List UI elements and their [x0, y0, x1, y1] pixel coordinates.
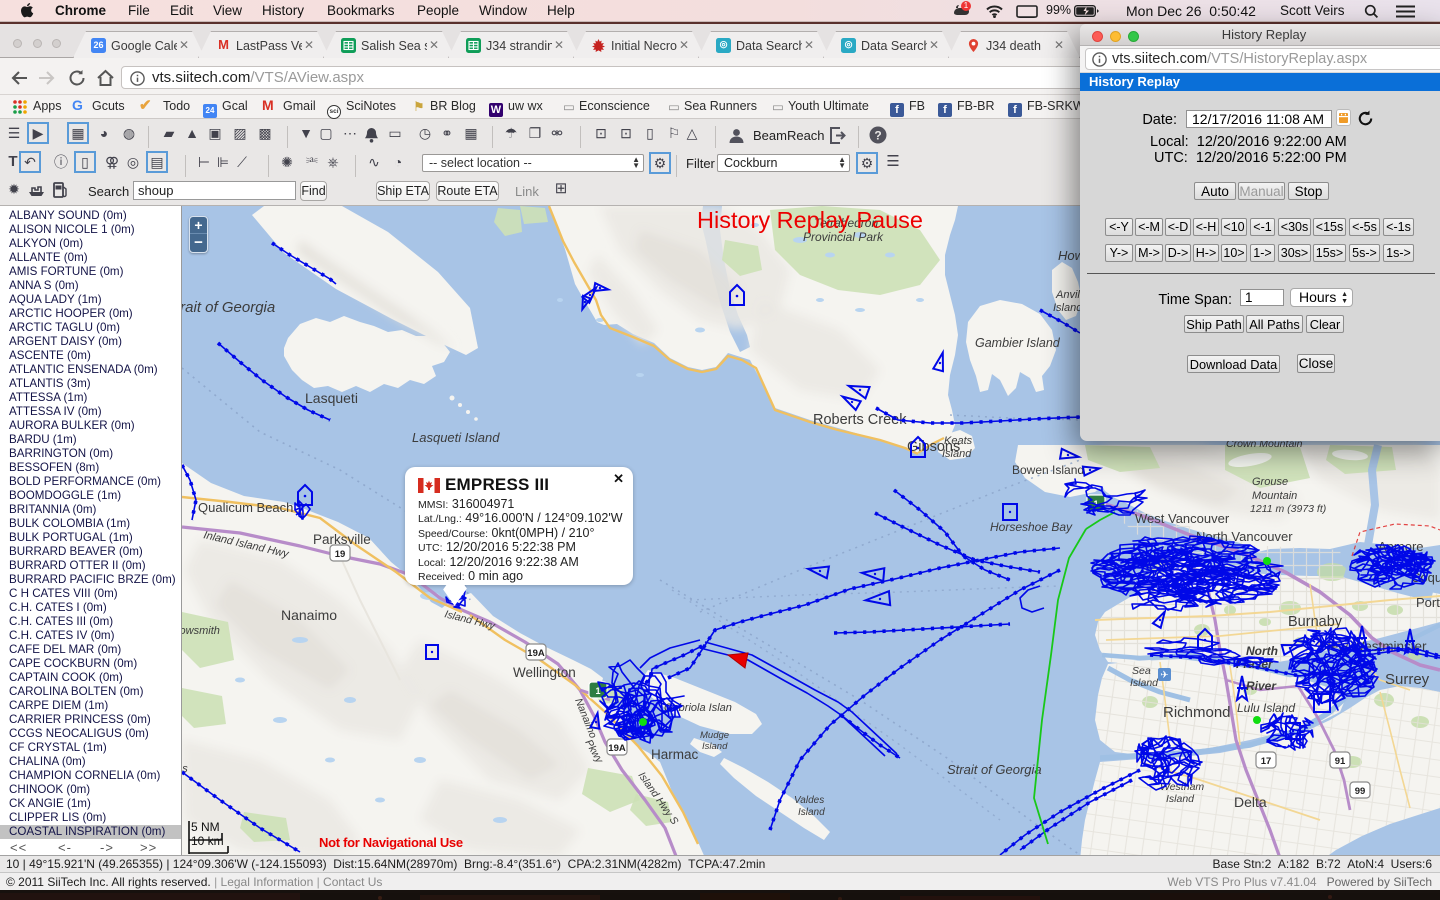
svg-text:Nanaimo: Nanaimo	[281, 607, 337, 623]
svg-text:Wellington: Wellington	[513, 665, 576, 680]
svg-text:Horseshoe Bay: Horseshoe Bay	[990, 520, 1073, 534]
svg-text:Port Moody: Port Moody	[1416, 595, 1440, 610]
svg-text:Mountain: Mountain	[1252, 490, 1297, 502]
svg-text:Anvil: Anvil	[1055, 289, 1080, 301]
svg-text:Lasqueti Island: Lasqueti Island	[412, 430, 500, 445]
svg-text:Island: Island	[1053, 302, 1083, 314]
svg-text:Mt Arrowsmith: Mt Arrowsmith	[182, 625, 220, 637]
svg-text:1211 m (3973 ft): 1211 m (3973 ft)	[1250, 503, 1326, 515]
svg-text:Sea: Sea	[1132, 665, 1151, 677]
svg-text:Island: Island	[1166, 793, 1195, 805]
svg-text:Strait of Georgia: Strait of Georgia	[182, 299, 275, 316]
svg-text:River: River	[1246, 679, 1277, 693]
svg-text:Island Hwy S: Island Hwy S	[636, 770, 681, 827]
svg-text:Keats: Keats	[944, 435, 973, 447]
svg-text:Richmond: Richmond	[1163, 704, 1231, 721]
svg-text:Island: Island	[942, 448, 972, 460]
svg-text:Inland Island Hwy: Inland Island Hwy	[202, 529, 291, 561]
svg-text:Pkwy: Pkwy	[582, 738, 605, 766]
svg-text:North: North	[1246, 644, 1278, 658]
svg-text:Island: Island	[1130, 677, 1159, 689]
svg-text:99: 99	[1355, 786, 1366, 797]
svg-text:Gambier Island: Gambier Island	[975, 336, 1061, 350]
svg-text:Valdes: Valdes	[794, 795, 824, 806]
svg-text:Bowen Island: Bowen Island	[1012, 463, 1084, 477]
svg-text:West Vancouver: West Vancouver	[1135, 511, 1230, 526]
svg-text:Island Hwy: Island Hwy	[443, 608, 496, 632]
svg-text:Surrey: Surrey	[1385, 671, 1430, 688]
svg-text:Roberts Creek: Roberts Creek	[813, 412, 907, 428]
svg-text:Harmac: Harmac	[651, 747, 699, 762]
svg-text:17: 17	[1261, 756, 1272, 767]
svg-text:Qualicum Beach: Qualicum Beach	[198, 500, 293, 515]
svg-text:Grouse: Grouse	[1252, 476, 1288, 488]
svg-text:✈: ✈	[1160, 670, 1168, 681]
svg-text:Island: Island	[798, 807, 825, 818]
svg-text:Burnaby: Burnaby	[1288, 614, 1343, 630]
svg-text:Delta: Delta	[1234, 794, 1267, 810]
svg-text:Mudge: Mudge	[700, 730, 729, 741]
svg-text:Island: Island	[702, 741, 728, 752]
svg-text:Strait of Georgia: Strait of Georgia	[947, 762, 1042, 777]
svg-text:Lulu Island: Lulu Island	[1237, 701, 1295, 715]
svg-text:19A: 19A	[527, 648, 545, 659]
svg-text:91: 91	[1335, 756, 1346, 767]
svg-text:19: 19	[335, 549, 346, 560]
svg-text:?: ?	[874, 129, 881, 143]
svg-text:19A: 19A	[608, 743, 626, 754]
svg-text:Lasqueti: Lasqueti	[305, 390, 358, 406]
